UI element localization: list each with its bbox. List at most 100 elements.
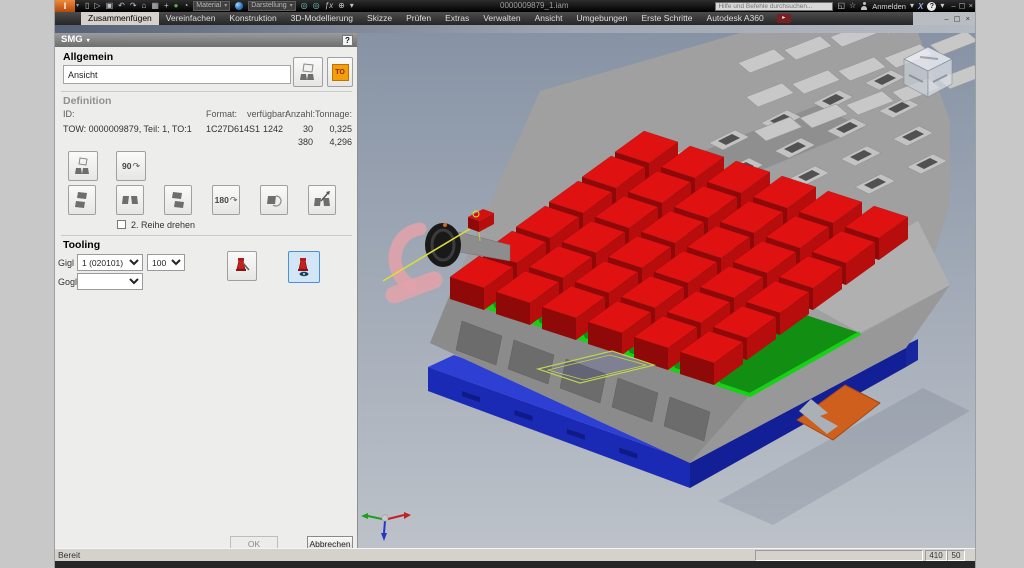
add-icon[interactable]: + bbox=[164, 0, 169, 12]
gigl-extra-select[interactable]: 100 bbox=[147, 254, 185, 271]
help-search-input[interactable] bbox=[715, 2, 833, 11]
move-blocks-button[interactable] bbox=[308, 185, 336, 215]
tab-umgebungen[interactable]: Umgebungen bbox=[569, 12, 634, 25]
tab-skizze[interactable]: Skizze bbox=[360, 12, 399, 25]
exchange-apps-icon[interactable]: X bbox=[918, 2, 923, 11]
rotate-block-button[interactable] bbox=[260, 185, 288, 215]
doc-minimize-button[interactable]: – bbox=[944, 12, 948, 25]
tab-vereinfachen[interactable]: Vereinfachen bbox=[159, 12, 223, 25]
user-icon[interactable] bbox=[860, 2, 868, 10]
rotate-second-row-checkbox[interactable] bbox=[117, 220, 126, 229]
tab-pruefen[interactable]: Prüfen bbox=[399, 12, 438, 25]
undo-icon[interactable]: ↶ bbox=[118, 0, 125, 12]
chevron-down-icon: ▾ bbox=[290, 2, 293, 10]
tab-autodesk-a360[interactable]: Autodesk A360 bbox=[700, 12, 771, 25]
inventor-app-button[interactable]: I bbox=[55, 0, 75, 12]
rotate-arc-icon: ↷ bbox=[132, 161, 140, 172]
apply-view-button[interactable] bbox=[293, 57, 323, 87]
redo-icon[interactable]: ↷ bbox=[130, 0, 137, 12]
gogl-select[interactable] bbox=[77, 273, 143, 290]
appearance-combobox[interactable]: Darstellung ▾ bbox=[248, 1, 295, 11]
move-blocks-icon bbox=[313, 190, 331, 210]
app-menu-arrow-icon[interactable]: ▾ bbox=[76, 2, 79, 9]
rotate-180-button[interactable]: 180↷ bbox=[212, 185, 240, 215]
document-window-controls: – ▢ × bbox=[913, 12, 975, 25]
zoom-out-icon[interactable]: ◎ bbox=[313, 0, 320, 12]
row1-count-value: 30 bbox=[285, 124, 313, 134]
share-icon[interactable]: ◱ bbox=[837, 0, 845, 12]
tab-konstruktion[interactable]: Konstruktion bbox=[222, 12, 283, 25]
red-tool-eye-icon bbox=[294, 257, 314, 277]
maximize-button[interactable]: ▢ bbox=[959, 0, 966, 12]
to-button[interactable]: TO bbox=[327, 57, 353, 87]
material-combobox[interactable]: Material ▾ bbox=[193, 1, 230, 11]
gogl-label: Gogl bbox=[58, 277, 77, 287]
offset-rows-left-button[interactable] bbox=[68, 185, 96, 215]
tab-erste-schritte[interactable]: Erste Schritte bbox=[635, 12, 700, 25]
default-arrangement-button[interactable] bbox=[68, 151, 98, 181]
offset-blocks-icon bbox=[73, 190, 91, 210]
measure-icon[interactable]: ⊕ bbox=[338, 0, 345, 12]
status-bar: Bereit 410 50 bbox=[55, 548, 975, 561]
window-controls: – ▢ × bbox=[951, 0, 973, 12]
row2-count-value: 380 bbox=[285, 137, 313, 147]
doc-restore-button[interactable]: ▢ bbox=[954, 12, 961, 25]
home-icon[interactable]: ⌂ bbox=[142, 0, 147, 12]
stamp-blocks-icon bbox=[73, 156, 93, 176]
save-icon[interactable]: ▣ bbox=[106, 0, 114, 12]
appearance-combobox-value: Darstellung bbox=[251, 2, 286, 10]
view-name-input[interactable] bbox=[63, 65, 291, 84]
gigl-label: Gigl bbox=[58, 258, 74, 268]
toolbar-overflow-icon[interactable]: ▾ bbox=[350, 0, 354, 12]
pair-blocks-button[interactable] bbox=[116, 185, 144, 215]
sign-in-dropdown-icon[interactable]: ▾ bbox=[910, 0, 914, 12]
help-dropdown-icon[interactable]: ▾ bbox=[940, 0, 944, 12]
insert-image-icon[interactable]: ▦ bbox=[151, 0, 159, 12]
allgemein-heading: Allgemein bbox=[63, 51, 113, 63]
row2-tonnage-value: 4,296 bbox=[310, 137, 352, 147]
show-tooling-button[interactable] bbox=[288, 251, 320, 283]
pair-blocks-icon bbox=[121, 190, 139, 210]
quick-access-toolbar: ▯ ▷ ▣ ↶ ↷ ⌂ ▦ + ● ◔ Material ▾ Darstellu… bbox=[85, 0, 354, 12]
tab-zusammenfuegen[interactable]: Zusammenfügen bbox=[81, 12, 159, 25]
red-tool-pencil-icon bbox=[232, 256, 252, 276]
tab-ansicht[interactable]: Ansicht bbox=[528, 12, 570, 25]
edit-tooling-button[interactable] bbox=[227, 251, 257, 281]
sign-in-button[interactable]: Anmelden bbox=[872, 2, 906, 11]
smg-dialog-header[interactable]: SMG▾ bbox=[55, 33, 357, 47]
minimize-button[interactable]: – bbox=[951, 0, 955, 12]
rotate-90-button[interactable]: 90↷ bbox=[116, 151, 146, 181]
offset-blocks-icon bbox=[169, 190, 187, 210]
tab-verwalten[interactable]: Verwalten bbox=[476, 12, 527, 25]
close-button[interactable]: × bbox=[969, 0, 973, 12]
row1-tonnage-value: 0,325 bbox=[310, 124, 352, 134]
rotate-arc-icon: ↷ bbox=[230, 195, 238, 206]
zoom-in-icon[interactable]: ◎ bbox=[301, 0, 308, 12]
viewport-3d[interactable] bbox=[358, 33, 975, 548]
favorites-star-icon[interactable]: ☆ bbox=[849, 0, 856, 12]
status-ready-text: Bereit bbox=[58, 550, 80, 560]
tab-extras[interactable]: Extras bbox=[438, 12, 476, 25]
doc-close-button[interactable]: × bbox=[966, 12, 970, 25]
rotate-second-row-label: 2. Reihe drehen bbox=[131, 220, 195, 230]
tab-3d-modellierung[interactable]: 3D-Modellierung bbox=[284, 12, 360, 25]
web-icon[interactable]: ◔ bbox=[183, 0, 188, 12]
smg-dialog-title: SMG bbox=[61, 34, 83, 45]
status-count-1: 410 bbox=[925, 550, 947, 561]
update-icon[interactable]: ● bbox=[174, 0, 179, 12]
stamp-blocks-icon bbox=[298, 62, 318, 82]
ribbon-tab-bar: Zusammenfügen Vereinfachen Konstruktion … bbox=[55, 12, 975, 25]
app-window: I ▾ ▯ ▷ ▣ ↶ ↷ ⌂ ▦ + ● ◔ Material ▾ Darst… bbox=[55, 0, 975, 568]
offset-rows-right-button[interactable] bbox=[164, 185, 192, 215]
dialog-help-button[interactable]: ? bbox=[342, 35, 353, 46]
scene-canvas[interactable] bbox=[358, 33, 975, 548]
titlebar-right-cluster: ◱ ☆ Anmelden ▾ X ? ▾ – ▢ × bbox=[715, 0, 973, 12]
gigl-select[interactable]: 1 (020101) bbox=[77, 254, 143, 271]
help-icon[interactable]: ? bbox=[927, 2, 936, 11]
parameters-fx-icon[interactable]: ƒx bbox=[325, 0, 333, 12]
screencast-video-icon[interactable]: ▸ bbox=[777, 14, 791, 23]
open-file-icon[interactable]: ▷ bbox=[94, 0, 100, 12]
chevron-down-icon: ▾ bbox=[224, 2, 227, 10]
new-file-icon[interactable]: ▯ bbox=[85, 0, 89, 12]
appearance-sphere-icon[interactable] bbox=[235, 2, 243, 10]
